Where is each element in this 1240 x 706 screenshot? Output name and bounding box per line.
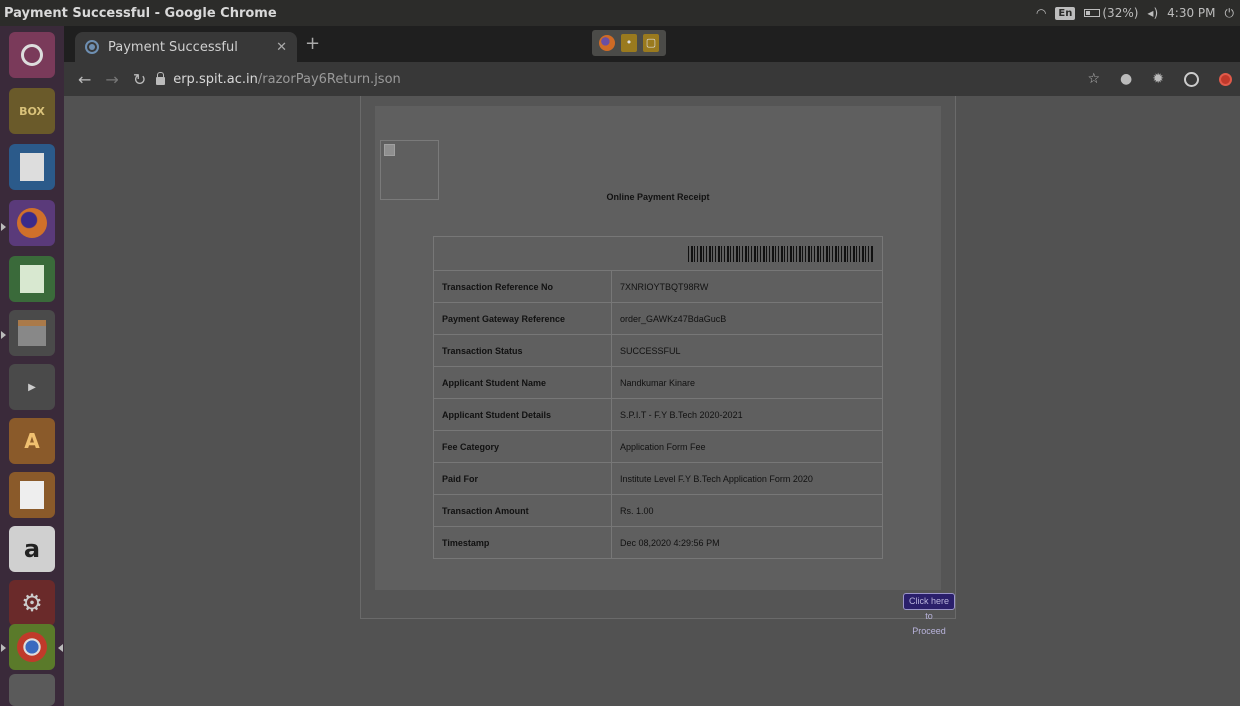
software-center-icon[interactable]: A: [9, 418, 55, 464]
barcode-image: [688, 245, 874, 262]
document-viewer-icon[interactable]: [9, 144, 55, 190]
system-tray: ◠ En (32%) ◂) 4:30 PM ⏻: [1036, 6, 1240, 21]
url-path: /razorPay6Return.json: [257, 71, 401, 87]
system-settings-icon[interactable]: ⚙: [9, 580, 55, 626]
row-label: Fee Category: [433, 430, 612, 463]
tab-favicon-icon: [85, 40, 99, 54]
browser-toolbar: ← → ↻ erp.spit.ac.in/razorPay6Return.jso…: [64, 62, 1240, 96]
power-icon[interactable]: ⏻: [1225, 6, 1235, 21]
chrome-icon[interactable]: [9, 624, 55, 670]
url-host: erp.spit.ac.in: [173, 71, 258, 87]
ubuntu-dash-icon[interactable]: [9, 32, 55, 78]
profile-icon[interactable]: [1184, 71, 1199, 87]
spreadsheet-icon[interactable]: [9, 256, 55, 302]
launcher: BOX ▶ A a ⚙: [0, 26, 64, 706]
table-row: Paid For Institute Level F.Y B.Tech Appli…: [433, 462, 883, 495]
row-label: Transaction Status: [433, 334, 612, 367]
row-value: Rs. 1.00: [611, 494, 883, 527]
video-editor-icon[interactable]: ▶: [9, 364, 55, 410]
opera-extension-icon[interactable]: [1219, 72, 1232, 86]
table-row: Applicant Student Details S.P.I.T - F.Y B…: [433, 398, 883, 431]
row-label: Payment Gateway Reference: [433, 302, 612, 335]
back-icon[interactable]: ←: [78, 70, 91, 89]
table-row: Applicant Student Name Nandkumar Kinare: [433, 366, 883, 399]
drive-icon[interactable]: [9, 674, 55, 706]
receipt-card: Online Payment Receipt Transaction Refer…: [360, 96, 956, 636]
receipt-panel: Online Payment Receipt Transaction Refer…: [375, 106, 941, 590]
receipt-title: Online Payment Receipt: [606, 192, 710, 202]
row-value: Nandkumar Kinare: [611, 366, 883, 399]
row-label: Applicant Student Name: [433, 366, 612, 399]
row-label: Transaction Amount: [433, 494, 612, 527]
file-manager-icon[interactable]: [9, 310, 55, 356]
page-content: Online Payment Receipt Transaction Refer…: [64, 96, 1240, 706]
row-value: order_GAWKz47BdaGucB: [611, 302, 883, 335]
row-value: SUCCESSFUL: [611, 334, 883, 367]
table-row: Transaction Reference No 7XNRIOYTBQT98RW: [433, 270, 883, 303]
new-tab-icon[interactable]: +: [305, 33, 320, 54]
table-row: Transaction Status SUCCESSFUL: [433, 334, 883, 367]
firefox-icon[interactable]: [9, 200, 55, 246]
reload-icon[interactable]: ↻: [133, 70, 146, 89]
table-row: Payment Gateway Reference order_GAWKz47Bd…: [433, 302, 883, 335]
receipt-table: Transaction Reference No 7XNRIOYTBQT98RW P…: [433, 236, 883, 559]
row-label: Transaction Reference No: [433, 270, 612, 303]
tab-payment-successful[interactable]: Payment Successful ✕: [75, 32, 297, 62]
clock[interactable]: 4:30 PM: [1167, 6, 1215, 20]
row-value: Dec 08,2020 4:29:56 PM: [611, 526, 883, 559]
system-top-panel: Payment Successful - Google Chrome ◠ En …: [0, 0, 1240, 26]
toolbar-actions: ☆ ● ✹: [1087, 71, 1240, 87]
extensions-puzzle-icon[interactable]: ✹: [1152, 71, 1164, 87]
screen-share-bar: • ▢: [592, 30, 666, 56]
extension-icon[interactable]: ●: [1120, 71, 1132, 87]
tab-close-icon[interactable]: ✕: [276, 40, 287, 55]
address-bar[interactable]: erp.spit.ac.in/razorPay6Return.json: [156, 66, 1087, 92]
ubuntu-logo-icon: [21, 44, 43, 66]
row-value: Application Form Fee: [611, 430, 883, 463]
row-label: Paid For: [433, 462, 612, 495]
dosbox-icon[interactable]: BOX: [9, 88, 55, 134]
broken-logo-image: [380, 140, 439, 200]
row-value: Institute Level F.Y B.Tech Application F…: [611, 462, 883, 495]
screen-share-icon[interactable]: ▢: [643, 34, 659, 52]
row-label: Timestamp: [433, 526, 612, 559]
forward-icon[interactable]: →: [105, 70, 118, 89]
window-title: Payment Successful - Google Chrome: [4, 5, 277, 21]
bookmark-star-icon[interactable]: ☆: [1087, 71, 1100, 87]
barcode-row: [433, 236, 883, 271]
browser-tab-strip: Payment Successful ✕ + • ▢: [64, 26, 1240, 62]
keyboard-layout-indicator[interactable]: En: [1055, 6, 1076, 20]
table-row: Transaction Amount Rs. 1.00: [433, 494, 883, 527]
battery-indicator[interactable]: (32%): [1084, 6, 1138, 20]
volume-icon[interactable]: ◂): [1147, 6, 1158, 20]
presentation-icon[interactable]: [9, 472, 55, 518]
tab-title: Payment Successful: [108, 39, 238, 55]
wifi-icon[interactable]: ◠: [1036, 6, 1046, 20]
proceed-button[interactable]: Click here to Proceed: [903, 593, 955, 636]
firefox-share-icon[interactable]: [599, 35, 615, 51]
table-row: Fee Category Application Form Fee: [433, 430, 883, 463]
lock-icon[interactable]: [156, 72, 166, 85]
row-value: S.P.I.T - F.Y B.Tech 2020-2021: [611, 398, 883, 431]
battery-icon: [1084, 9, 1101, 17]
microphone-icon[interactable]: •: [621, 34, 637, 52]
row-value: 7XNRIOYTBQT98RW: [611, 270, 883, 303]
amazon-icon[interactable]: a: [9, 526, 55, 572]
row-label: Applicant Student Details: [433, 398, 612, 431]
table-row: Timestamp Dec 08,2020 4:29:56 PM: [433, 526, 883, 559]
